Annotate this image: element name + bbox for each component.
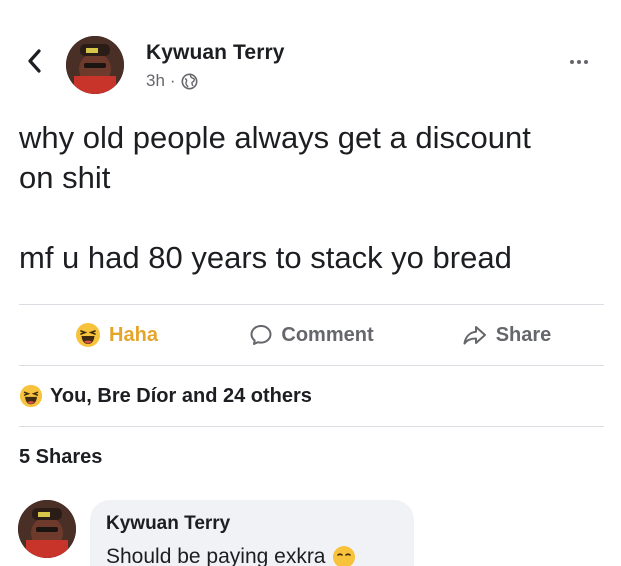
commenter-avatar[interactable] xyxy=(18,500,76,558)
haha-emoji-icon xyxy=(76,323,101,347)
post-meta: 3h · xyxy=(146,71,198,91)
smirk-emoji-icon xyxy=(332,546,355,566)
comment-bubble-icon xyxy=(250,325,272,345)
post-author-name[interactable]: Kywuan Terry xyxy=(146,41,285,65)
divider xyxy=(19,304,604,305)
post-action-bar: Haha Comment Share xyxy=(19,306,604,364)
comment-button[interactable]: Comment xyxy=(214,323,409,347)
post-text-line: why old people always get a discount xyxy=(19,120,531,155)
haha-label: Haha xyxy=(109,323,158,346)
share-arrow-icon xyxy=(463,326,486,345)
comment-bubble: Kywuan Terry Should be paying exkra xyxy=(90,500,414,566)
author-avatar[interactable] xyxy=(66,36,124,94)
comment-text-row: Should be paying exkra xyxy=(106,545,398,566)
divider xyxy=(19,365,604,366)
post-header: Kywuan Terry 3h · xyxy=(0,0,621,110)
haha-reaction-button[interactable]: Haha xyxy=(19,322,214,348)
chevron-left-icon xyxy=(28,49,41,73)
comment-author-name[interactable]: Kywuan Terry xyxy=(106,513,398,535)
post-text-line: mf u had 80 years to stack yo bread xyxy=(19,240,512,275)
shares-count[interactable]: 5 Shares xyxy=(19,446,102,469)
globe-icon xyxy=(181,73,198,89)
reaction-summary-text: You, Bre Díor and 24 others xyxy=(50,384,312,407)
back-button[interactable] xyxy=(22,46,46,76)
share-label: Share xyxy=(495,323,552,346)
post-body: why old people always get a discount on … xyxy=(19,118,609,278)
ellipsis-icon xyxy=(570,60,574,64)
meta-separator: · xyxy=(169,71,176,90)
divider xyxy=(19,426,604,427)
post-text-line: on shit xyxy=(19,160,111,195)
post-timestamp[interactable]: 3h xyxy=(146,71,165,91)
reaction-summary[interactable]: You, Bre Díor and 24 others xyxy=(19,380,312,412)
share-button[interactable]: Share xyxy=(409,323,604,347)
comment-text: Should be paying exkra xyxy=(106,545,326,566)
comment-label: Comment xyxy=(281,323,374,346)
haha-emoji-icon xyxy=(19,384,43,408)
more-options-button[interactable] xyxy=(563,52,595,72)
